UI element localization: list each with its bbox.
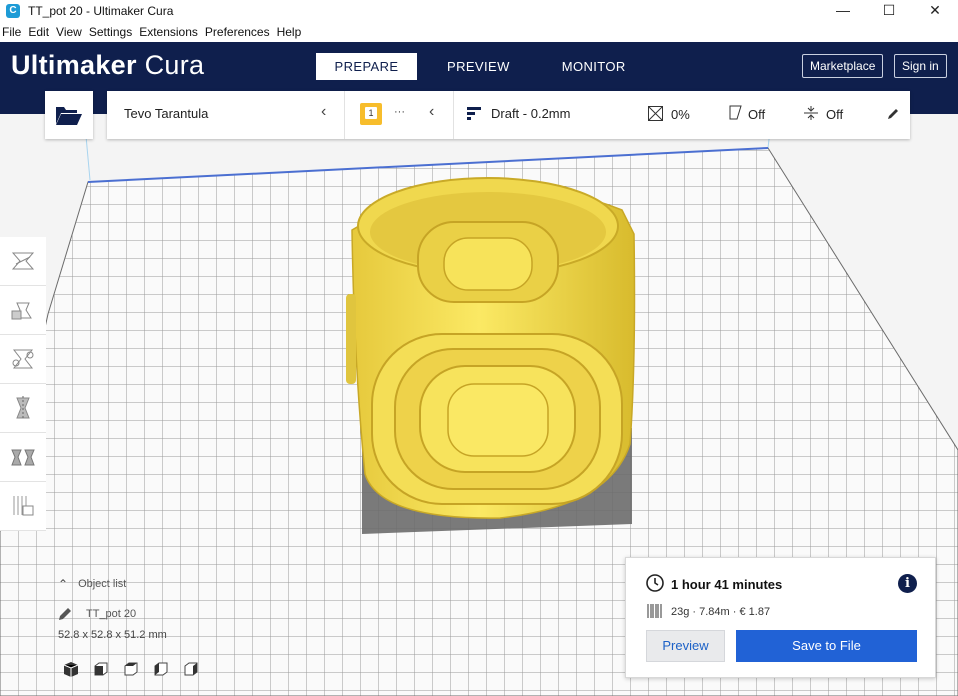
menu-bar: File Edit View Settings Extensions Prefe… <box>0 22 958 42</box>
object-dimensions: 52.8 x 52.8 x 51.2 mm <box>58 629 167 641</box>
adhesion-value: Off <box>826 107 844 122</box>
per-model-settings-icon <box>11 449 35 466</box>
ultimaker-cura-logo: Ultimaker Cura <box>11 50 204 81</box>
close-button[interactable]: ✕ <box>912 0 958 22</box>
menu-help[interactable]: Help <box>277 25 302 39</box>
move-tool-icon <box>11 252 35 270</box>
menu-edit[interactable]: Edit <box>28 25 49 39</box>
extruder-icon: 1 <box>360 103 382 125</box>
front-view-icon[interactable] <box>90 660 112 678</box>
support-value: Off <box>748 107 766 122</box>
print-time: 1 hour 41 minutes <box>671 577 783 592</box>
tool-panel <box>0 237 46 531</box>
chevron-left-icon: ‹ <box>321 103 327 120</box>
profile-name: Draft - 0.2mm <box>491 106 571 121</box>
mirror-tool-icon <box>16 396 30 420</box>
top-view-icon[interactable] <box>120 660 142 678</box>
folder-open-icon <box>56 107 82 125</box>
logo-product: Cura <box>144 50 205 80</box>
adhesion-icon <box>804 106 818 120</box>
preview-button[interactable]: Preview <box>646 630 725 662</box>
clock-icon <box>646 574 664 592</box>
3d-view-icon[interactable] <box>60 660 82 678</box>
chevron-up-icon: ⌃ <box>58 577 69 591</box>
extruder-selector[interactable]: 1 ··· ‹ <box>346 91 454 139</box>
extruder-material: ··· <box>394 106 405 118</box>
filament-icon <box>647 604 662 618</box>
logo-brand: Ultimaker <box>11 50 137 80</box>
menu-view[interactable]: View <box>56 25 82 39</box>
profile-icon <box>467 107 481 120</box>
scale-tool-icon <box>11 302 32 320</box>
menu-settings[interactable]: Settings <box>89 25 132 39</box>
tab-monitor[interactable]: MONITOR <box>540 53 648 80</box>
object-info: ⌃ Object list TT_pot 20 52.8 x 52.8 x 51… <box>58 575 167 641</box>
minimize-button[interactable]: — <box>820 0 866 22</box>
pencil-icon <box>888 109 898 119</box>
tab-prepare[interactable]: PREPARE <box>316 53 417 80</box>
print-settings-selector[interactable]: Draft - 0.2mm 0% Off Off <box>455 91 910 139</box>
sign-in-button[interactable]: Sign in <box>894 54 947 78</box>
object-list-toggle[interactable]: ⌃ Object list <box>58 575 167 593</box>
right-view-icon[interactable] <box>180 660 202 678</box>
menu-preferences[interactable]: Preferences <box>205 25 270 39</box>
object-name[interactable]: TT_pot 20 <box>86 608 136 620</box>
rotate-tool[interactable] <box>0 335 46 384</box>
per-model-settings-tool[interactable] <box>0 433 46 482</box>
object-list-label: Object list <box>78 578 127 590</box>
info-icon[interactable]: i <box>898 574 917 593</box>
cura-app-icon: C <box>6 4 20 18</box>
save-to-file-button[interactable]: Save to File <box>736 630 917 662</box>
mirror-tool[interactable] <box>0 384 46 433</box>
material-estimate: 23g · 7.84m · € 1.87 <box>671 606 771 618</box>
print-summary-panel: 1 hour 41 minutes i 23g · 7.84m · € 1.87… <box>625 557 936 678</box>
support-icon <box>729 105 742 120</box>
move-tool[interactable] <box>0 237 46 286</box>
printer-name: Tevo Tarantula <box>124 106 209 121</box>
rotate-tool-icon <box>12 349 34 369</box>
stage-tabs: PREPARE PREVIEW MONITOR <box>316 53 648 80</box>
support-blocker-icon <box>13 496 34 516</box>
menu-file[interactable]: File <box>2 25 21 39</box>
left-view-icon[interactable] <box>150 660 172 678</box>
scale-tool[interactable] <box>0 286 46 335</box>
pot-model[interactable] <box>346 177 636 519</box>
settings-toolbar: Tevo Tarantula ‹ 1 ··· ‹ Draft - 0.2mm 0… <box>107 91 910 139</box>
support-blocker-tool[interactable] <box>0 482 46 531</box>
printer-selector[interactable]: Tevo Tarantula ‹ <box>107 91 345 139</box>
marketplace-button[interactable]: Marketplace <box>802 54 884 78</box>
window-titlebar: C TT_pot 20 - Ultimaker Cura — ☐ ✕ <box>0 0 958 22</box>
tab-preview[interactable]: PREVIEW <box>425 53 532 80</box>
infill-value: 0% <box>671 107 690 122</box>
menu-extensions[interactable]: Extensions <box>139 25 198 39</box>
open-file-button[interactable] <box>45 91 93 139</box>
window-title: TT_pot 20 - Ultimaker Cura <box>28 4 174 18</box>
extruder-number: 1 <box>365 107 377 119</box>
chevron-left-icon: ‹ <box>429 103 435 120</box>
infill-icon <box>648 106 663 121</box>
view-orientation-buttons <box>60 660 210 678</box>
maximize-button[interactable]: ☐ <box>866 0 912 22</box>
pencil-icon <box>59 608 71 620</box>
